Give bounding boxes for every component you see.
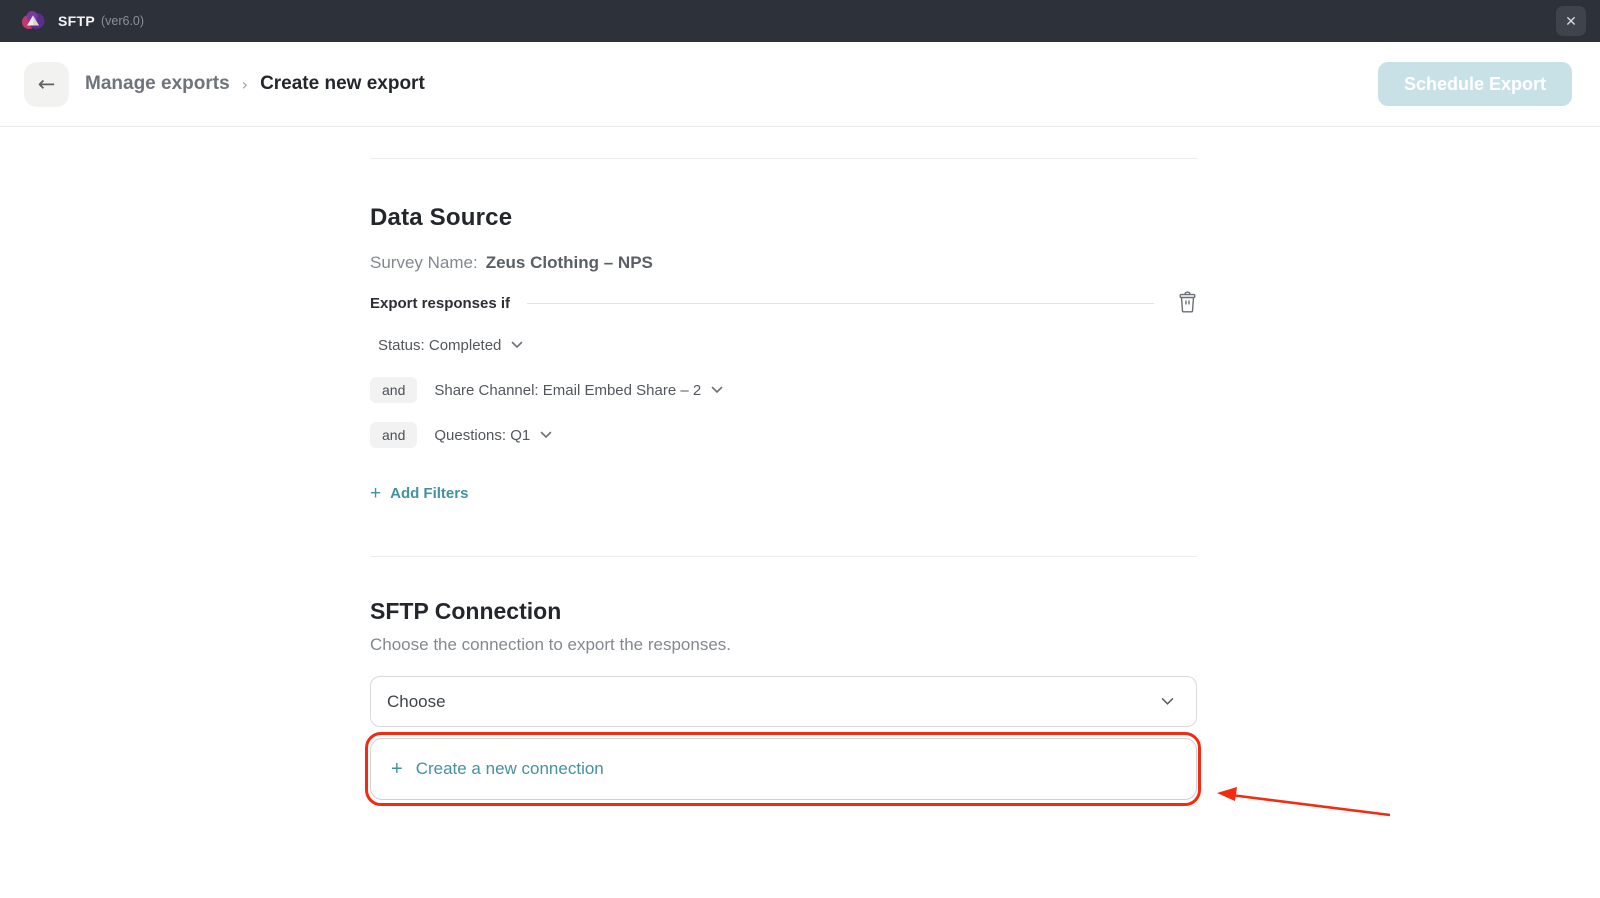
export-condition-label: Export responses if [370, 295, 510, 312]
export-condition-row: Export responses if [370, 293, 1197, 313]
conjunction-badge: and [370, 377, 417, 403]
close-icon: ✕ [1565, 14, 1577, 28]
survey-name-label: Survey Name: [370, 253, 478, 273]
data-source-title: Data Source [370, 204, 1197, 232]
chevron-down-icon[interactable] [540, 431, 552, 439]
sftp-connection-title: SFTP Connection [370, 598, 1197, 625]
create-new-connection-button[interactable]: + Create a new connection [370, 738, 1197, 800]
conjunction-badge: and [370, 422, 417, 448]
filter-row-questions: and Questions: Q1 [370, 422, 1197, 448]
chevron-down-icon [1161, 693, 1174, 711]
chevron-down-icon[interactable] [511, 341, 523, 349]
add-filters-button[interactable]: + Add Filters [370, 484, 468, 503]
connection-select-value: Choose [387, 692, 1161, 712]
create-new-connection-label: Create a new connection [416, 759, 604, 779]
trash-icon [1178, 291, 1197, 316]
sftp-export-window: SFTP (ver6.0) ✕ ← Manage exports › Creat… [0, 0, 1600, 898]
schedule-export-button[interactable]: Schedule Export [1378, 62, 1572, 106]
main-content: Data Source Survey Name: Zeus Clothing –… [370, 127, 1197, 800]
plus-icon: + [391, 759, 403, 779]
sftp-connection-subtitle: Choose the connection to export the resp… [370, 635, 1197, 655]
app-title: SFTP [58, 13, 95, 29]
app-version: (ver6.0) [101, 14, 144, 28]
breadcrumb-separator-icon: › [242, 75, 248, 94]
close-button[interactable]: ✕ [1556, 6, 1586, 36]
section-divider-top [370, 158, 1197, 159]
filter-share-channel-value[interactable]: Share Channel: Email Embed Share – 2 [434, 382, 701, 399]
back-arrow-icon: ← [38, 72, 56, 96]
back-button[interactable]: ← [24, 62, 69, 107]
connection-select[interactable]: Choose [370, 676, 1197, 727]
annotation-arrow [1211, 776, 1401, 824]
chevron-down-icon[interactable] [711, 386, 723, 394]
titlebar: SFTP (ver6.0) ✕ [0, 0, 1600, 42]
add-filters-label: Add Filters [390, 485, 468, 502]
plus-icon: + [370, 484, 381, 503]
condition-divider-line [527, 303, 1154, 304]
filter-row-share-channel: and Share Channel: Email Embed Share – 2 [370, 377, 1197, 403]
filter-questions-value[interactable]: Questions: Q1 [434, 427, 530, 444]
survey-name-row: Survey Name: Zeus Clothing – NPS [370, 253, 1197, 273]
create-connection-wrap: + Create a new connection [370, 738, 1197, 800]
app-logo-icon [20, 8, 46, 34]
filter-row-status: Status: Completed [370, 332, 1197, 358]
page-header: ← Manage exports › Create new export Sch… [0, 42, 1600, 127]
page-title: Create new export [260, 73, 425, 95]
section-divider-middle [370, 556, 1197, 557]
survey-name-value: Zeus Clothing – NPS [486, 253, 653, 273]
filter-status-value[interactable]: Status: Completed [378, 337, 501, 354]
breadcrumb-manage-exports[interactable]: Manage exports [85, 73, 230, 95]
delete-filters-button[interactable] [1178, 291, 1197, 316]
